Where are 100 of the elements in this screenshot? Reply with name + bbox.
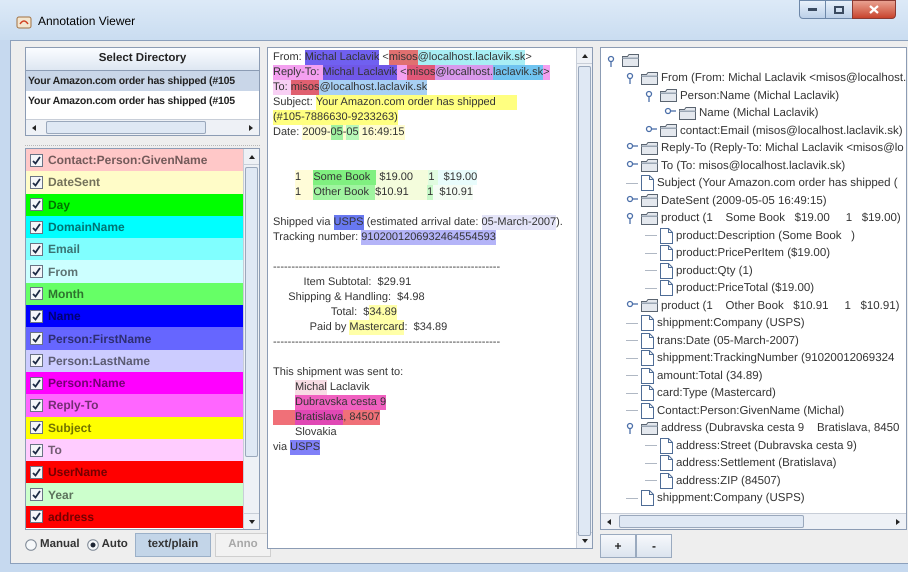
minimize-button[interactable] bbox=[799, 0, 826, 19]
annotation-type-item[interactable]: DateSent bbox=[26, 171, 243, 194]
highlighted-text: Michal bbox=[295, 380, 327, 395]
tree-node-label[interactable]: product:Qty (1) bbox=[676, 264, 753, 278]
radio-icon[interactable] bbox=[25, 538, 37, 550]
checkbox[interactable] bbox=[30, 398, 43, 412]
document-list-item[interactable]: Your Amazon.com order has shipped (#105 bbox=[26, 71, 259, 91]
vertical-scrollbar[interactable] bbox=[243, 149, 259, 529]
tree-node-label[interactable]: address:Street (Dubravska cesta 9) bbox=[676, 438, 857, 453]
annotation-type-item[interactable]: Person:LastName bbox=[26, 350, 243, 372]
tree-node-label[interactable]: DateSent (2009-05-05 16:49:15) bbox=[661, 194, 827, 208]
tree-node-label[interactable]: shippment:TrackingNumber (91020012069324 bbox=[657, 351, 894, 366]
folder-icon bbox=[641, 159, 658, 172]
highlighted-text: Reply-To: bbox=[273, 65, 323, 80]
annotation-tree[interactable] bbox=[600, 47, 908, 530]
annotation-type-label: address bbox=[48, 508, 94, 526]
checkbox[interactable] bbox=[30, 488, 43, 502]
annotation-type-item[interactable]: Reply-To bbox=[26, 394, 243, 417]
scroll-thumb[interactable] bbox=[619, 515, 804, 528]
annotation-type-item[interactable]: Year bbox=[26, 483, 243, 506]
tree-node-label[interactable]: Name (Michal Laclavik) bbox=[699, 106, 819, 120]
tree-node-label[interactable]: product:Description (Some Book ) bbox=[676, 228, 855, 243]
annotation-type-item[interactable]: From bbox=[26, 260, 243, 283]
checkbox[interactable] bbox=[30, 287, 43, 300]
horizontal-scrollbar[interactable] bbox=[26, 119, 259, 135]
annotation-type-label: From bbox=[48, 264, 78, 281]
checkbox[interactable] bbox=[30, 354, 43, 368]
tree-node-label[interactable]: From (From: Michal Laclavik <misos@localhost. bbox=[661, 71, 906, 86]
tree-node-label[interactable]: product:PricePerItem ($19.00) bbox=[676, 246, 830, 260]
annotation-type-item[interactable]: DomainName bbox=[26, 216, 243, 238]
document-text: Subject: bbox=[273, 95, 314, 110]
tree-node-label[interactable]: shippment:Company (USPS) bbox=[657, 316, 805, 330]
scroll-thumb[interactable] bbox=[46, 121, 206, 134]
checkbox[interactable] bbox=[30, 220, 43, 234]
tree-node-label[interactable]: product (1 Other Book $10.91 1 $10.91) bbox=[661, 298, 900, 313]
tree-node-label[interactable]: shippment:Company (USPS) bbox=[657, 491, 805, 506]
tree-node-label[interactable]: Subject (Your Amazon.com order has shipped ( bbox=[657, 176, 898, 190]
tree-node-label[interactable]: Reply-To (Reply-To: Michal Laclavik <misos@lo bbox=[661, 141, 904, 156]
close-button[interactable] bbox=[852, 0, 896, 19]
close-icon bbox=[869, 5, 879, 14]
scroll-left-icon bbox=[605, 518, 613, 526]
vertical-scrollbar[interactable] bbox=[576, 48, 592, 548]
tree-node-label[interactable]: trans:Date (05-March-2007) bbox=[657, 334, 799, 348]
tree-node-label[interactable]: To (To: misos@localhost.laclavik.sk) bbox=[661, 158, 846, 173]
tree-node-label[interactable]: amount:Total (34.89) bbox=[657, 368, 762, 383]
tree-button[interactable]: + bbox=[600, 534, 636, 558]
mode-radio[interactable]: Auto bbox=[86, 536, 131, 554]
select-directory-button[interactable]: Select Directory bbox=[25, 47, 260, 71]
annotation-type-item[interactable]: Contact:Person:GivenName bbox=[26, 149, 243, 172]
document-text: Laclavik bbox=[328, 380, 370, 395]
annotation-type-label: Year bbox=[48, 486, 74, 504]
annotation-type-item[interactable]: To bbox=[26, 438, 243, 462]
tree-node-label[interactable]: product (1 Some Book $19.00 1 $19.00) bbox=[661, 211, 901, 226]
annotation-type-item[interactable]: Month bbox=[26, 282, 243, 306]
horizontal-scrollbar[interactable] bbox=[601, 513, 906, 529]
radio-icon[interactable] bbox=[86, 538, 99, 550]
annotation-type-label: Day bbox=[48, 196, 70, 214]
checkbox[interactable] bbox=[30, 154, 43, 167]
checkbox[interactable] bbox=[30, 421, 43, 434]
annotation-type-label: Reply-To bbox=[48, 397, 98, 414]
checkbox[interactable] bbox=[30, 466, 43, 479]
maximize-button[interactable] bbox=[826, 0, 852, 19]
highlighted-text: $10.91 bbox=[375, 185, 428, 200]
annotation-type-item[interactable]: Day bbox=[26, 194, 243, 216]
document-text: > bbox=[525, 50, 532, 65]
scroll-right-icon bbox=[894, 518, 902, 526]
window-title: Annotation Viewer bbox=[38, 13, 136, 29]
checkbox[interactable] bbox=[30, 310, 43, 323]
checkbox[interactable] bbox=[30, 376, 43, 390]
highlighted-text: misos bbox=[290, 80, 320, 95]
annotation-type-item[interactable]: Email bbox=[26, 238, 243, 260]
annotation-type-label: Email bbox=[48, 241, 80, 258]
checkbox[interactable] bbox=[30, 332, 43, 346]
tree-node-label[interactable]: contact:Email (misos@localhost.laclavik.sk) bbox=[680, 124, 903, 138]
tree-node-label[interactable]: product:PriceTotal ($19.00) bbox=[676, 281, 814, 296]
annotation-type-item[interactable]: Subject bbox=[26, 416, 243, 439]
tree-node-label[interactable]: Person:Name (Michal Laclavik) bbox=[680, 88, 840, 103]
document-icon bbox=[641, 368, 654, 384]
tree-node-label[interactable]: address:ZIP (84507) bbox=[676, 474, 781, 488]
checkbox[interactable] bbox=[30, 176, 43, 189]
checkbox[interactable] bbox=[30, 444, 43, 456]
document-text: Item Subtotal: $29.91 bbox=[302, 275, 412, 290]
scroll-thumb[interactable] bbox=[578, 66, 591, 536]
document-text-area[interactable] bbox=[267, 47, 593, 549]
checkbox[interactable] bbox=[30, 198, 43, 212]
highlighted-text: < bbox=[397, 65, 407, 80]
tree-node-label[interactable]: address:Settlement (Bratislava) bbox=[676, 456, 836, 470]
tree-node-label[interactable]: address (Dubravska cesta 9 Bratislava, 8450 bbox=[661, 421, 900, 436]
mime-type-button[interactable]: text/plain bbox=[134, 532, 212, 556]
checkbox[interactable] bbox=[30, 265, 43, 278]
highlighted-text: (#105-7886630-9233263) bbox=[273, 110, 398, 125]
document-icon bbox=[641, 350, 654, 366]
scroll-thumb[interactable] bbox=[245, 167, 258, 457]
document-icon bbox=[660, 455, 673, 472]
tree-node-label[interactable]: card:Type (Mastercard) bbox=[657, 386, 776, 400]
checkbox[interactable] bbox=[30, 510, 43, 524]
tree-button[interactable]: - bbox=[636, 534, 672, 558]
checkbox[interactable] bbox=[30, 242, 43, 256]
tree-node-label[interactable]: Contact:Person:GivenName (Michal) bbox=[657, 404, 844, 418]
mode-radio[interactable]: Manual bbox=[25, 536, 83, 554]
